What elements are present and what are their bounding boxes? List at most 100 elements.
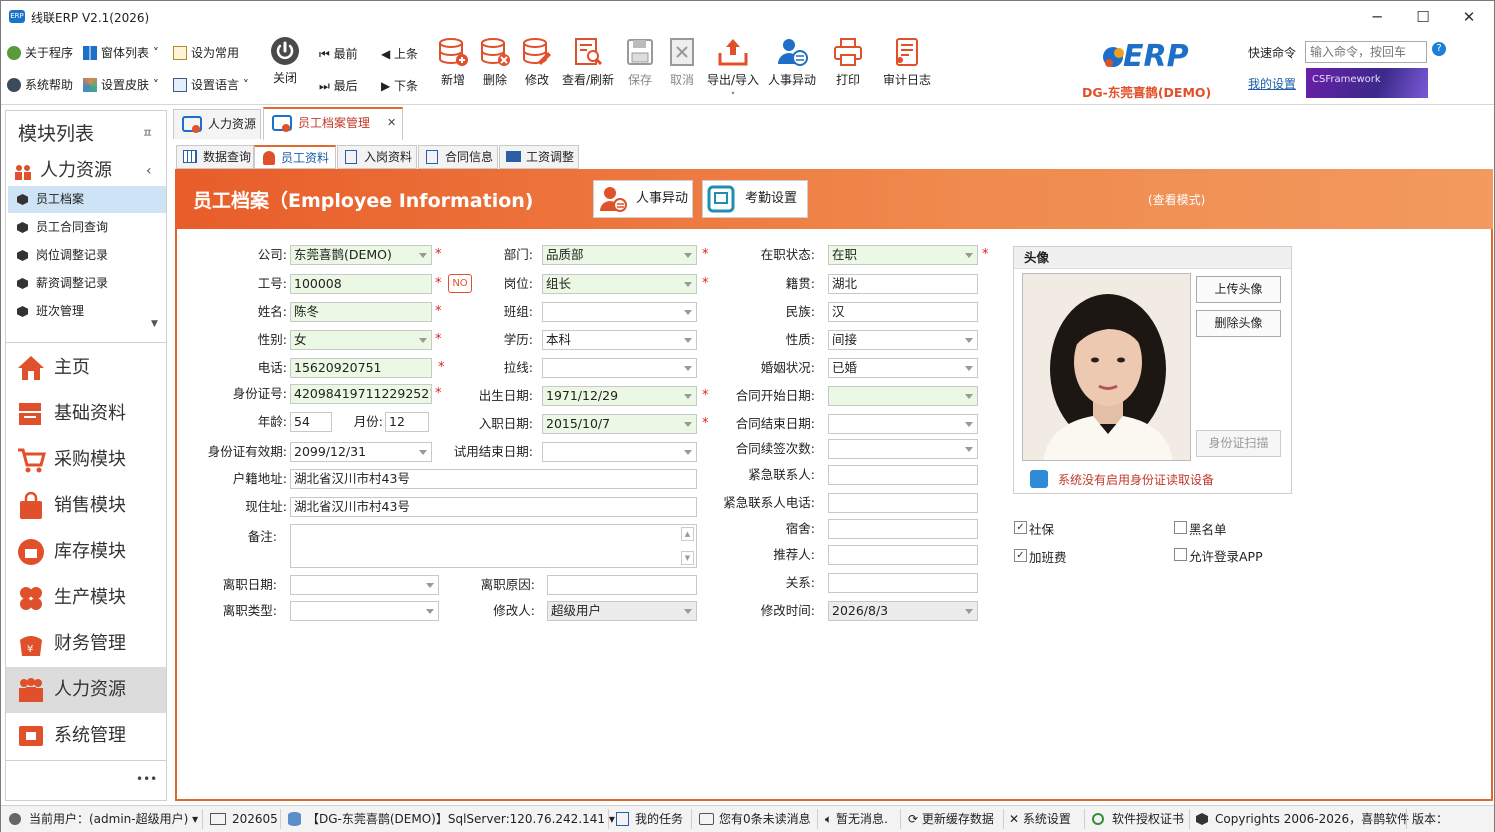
module-basic-data[interactable]: 基础资料: [6, 391, 166, 437]
relation-field[interactable]: [828, 573, 978, 593]
status-notice[interactable]: 🔈︎ 暂无消息.: [825, 806, 888, 832]
audit-log-button[interactable]: 审计日志: [881, 36, 933, 98]
save-button[interactable]: 保存: [621, 36, 659, 98]
native-field[interactable]: 湖北: [828, 274, 978, 294]
window-list-button[interactable]: 窗体列表 ˅: [83, 44, 159, 62]
dorm-field[interactable]: [828, 519, 978, 539]
module-home[interactable]: 主页: [6, 345, 166, 391]
delete-button[interactable]: 删除: [476, 36, 514, 98]
age-field[interactable]: 54: [290, 412, 332, 432]
module-production[interactable]: 生产模块: [6, 575, 166, 621]
help-circle-icon[interactable]: ?: [1432, 42, 1446, 56]
status-messages[interactable]: 您有0条未读消息: [699, 806, 811, 832]
module-inventory[interactable]: 库存模块: [6, 529, 166, 575]
personnel-change-header-button[interactable]: 人事异动: [593, 180, 693, 218]
id-scan-button[interactable]: 身份证扫描: [1196, 430, 1281, 457]
nav-first-button[interactable]: ⏮ 最前: [319, 45, 358, 62]
add-button[interactable]: 新增: [434, 36, 472, 98]
module-system[interactable]: 系统管理: [6, 713, 166, 759]
module-item-employee-file[interactable]: 员工档案: [8, 186, 166, 213]
skin-button[interactable]: 设置皮肤 ˅: [83, 76, 159, 94]
idno-field[interactable]: 420984197112292521: [290, 384, 432, 404]
tab-hr[interactable]: 人力资源: [173, 109, 261, 139]
overtime-checkbox[interactable]: ✓: [1014, 549, 1027, 562]
leave-reason-field[interactable]: [547, 575, 697, 595]
status-user[interactable]: 当前用户：(admin-超级用户) ▾: [9, 806, 198, 832]
scroll-up-icon[interactable]: ▲: [681, 527, 694, 541]
dept-select[interactable]: 品质部: [542, 245, 697, 265]
tab-employee-info[interactable]: 员工资料: [254, 145, 336, 169]
module-group-header[interactable]: 人力资源 ‹: [12, 157, 162, 185]
status-database[interactable]: 【DG-东莞喜鹊(DEMO)】SqlServer:120.76.242.141 …: [288, 806, 615, 832]
nav-next-button[interactable]: ▶ 下条: [381, 77, 418, 94]
name-field[interactable]: 陈冬: [290, 302, 432, 322]
module-hr[interactable]: 人力资源: [6, 667, 166, 713]
nature-select[interactable]: 间接: [828, 330, 978, 350]
contract-start-date[interactable]: [828, 386, 978, 406]
module-item-salary-adjust[interactable]: 薪资调整记录: [8, 270, 166, 297]
module-item-post-adjust[interactable]: 岗位调整记录: [8, 242, 166, 269]
company-select[interactable]: 东莞喜鹊(DEMO): [290, 245, 432, 265]
birth-date[interactable]: 1971/12/29: [542, 386, 697, 406]
nav-last-button[interactable]: ⏭ 最后: [319, 77, 358, 94]
print-button[interactable]: 打印: [829, 36, 867, 98]
attendance-settings-button[interactable]: 考勤设置: [702, 180, 808, 218]
app-login-checkbox[interactable]: [1174, 548, 1187, 561]
module-item-contract-query[interactable]: 员工合同查询: [8, 214, 166, 241]
status-license[interactable]: 软件授权证书: [1092, 806, 1184, 832]
id-valid-date[interactable]: 2099/12/31: [290, 442, 432, 462]
upload-photo-button[interactable]: 上传头像: [1196, 276, 1281, 303]
gender-select[interactable]: 女: [290, 330, 432, 350]
remark-textarea[interactable]: ▲ ▼: [290, 524, 697, 568]
phone-field[interactable]: 15620920751: [290, 358, 432, 378]
personnel-change-button[interactable]: 人事异动: [765, 36, 819, 98]
help-button[interactable]: 系统帮助: [7, 76, 73, 94]
marriage-select[interactable]: 已婚: [828, 358, 978, 378]
team-select[interactable]: [542, 302, 697, 322]
close-window-button[interactable]: ✕: [1446, 1, 1492, 33]
pin-icon[interactable]: ㅍ: [142, 124, 153, 141]
close-button[interactable]: 关闭: [263, 36, 307, 98]
tab-employee-file[interactable]: 员工档案管理 ✕: [263, 107, 403, 140]
nation-field[interactable]: 汉: [828, 302, 978, 322]
status-tasks[interactable]: 我的任务: [616, 806, 683, 832]
renew-select[interactable]: [828, 439, 978, 459]
delete-photo-button[interactable]: 删除头像: [1196, 310, 1281, 337]
more-icon[interactable]: •••: [136, 772, 157, 786]
nav-prev-button[interactable]: ◀ 上条: [381, 45, 418, 62]
hukou-field[interactable]: 湖北省汉川市村43号: [290, 469, 697, 489]
leave-type-select[interactable]: [290, 601, 439, 621]
module-item-shift[interactable]: 班次管理: [8, 298, 166, 325]
leave-date-field[interactable]: [290, 575, 439, 595]
minimize-button[interactable]: ─: [1354, 1, 1400, 33]
tab-onboarding[interactable]: 入岗资料: [337, 145, 417, 169]
scroll-down-icon[interactable]: ▼: [681, 551, 694, 565]
cancel-button[interactable]: 取消: [663, 36, 701, 98]
post-select[interactable]: 组长: [542, 274, 697, 294]
my-settings-link[interactable]: 我的设置: [1248, 75, 1296, 92]
tab-data-query[interactable]: 数据查询: [176, 145, 254, 169]
probation-end-date[interactable]: [542, 442, 697, 462]
quick-cmd-input[interactable]: [1305, 41, 1427, 63]
emergency-field[interactable]: [828, 465, 978, 485]
edit-button[interactable]: 修改: [518, 36, 556, 98]
status-refresh-cache[interactable]: ⟳ 更新缓存数据: [908, 806, 994, 832]
month-field[interactable]: 12: [385, 412, 429, 432]
module-finance[interactable]: ¥ 财务管理: [6, 621, 166, 667]
contract-end-date[interactable]: [828, 414, 978, 434]
empno-field[interactable]: 100008: [290, 274, 432, 294]
address-field[interactable]: 湖北省汉川市村43号: [290, 497, 697, 517]
language-button[interactable]: 设置语言 ˅: [173, 76, 249, 94]
module-sales[interactable]: 销售模块: [6, 483, 166, 529]
tab-salary[interactable]: 工资调整: [499, 145, 579, 169]
tab-contract[interactable]: 合同信息: [418, 145, 498, 169]
scroll-down-icon[interactable]: ▼: [151, 319, 158, 329]
set-common-button[interactable]: 设为常用: [173, 44, 239, 62]
status-select[interactable]: 在职: [828, 245, 978, 265]
close-tab-icon[interactable]: ✕: [387, 109, 396, 137]
emergency-phone-field[interactable]: [828, 493, 978, 513]
referrer-field[interactable]: [828, 545, 978, 565]
collapse-icon[interactable]: ‹: [146, 157, 152, 185]
status-settings[interactable]: ✕ 系统设置: [1009, 806, 1071, 832]
blacklist-checkbox[interactable]: [1174, 521, 1187, 534]
